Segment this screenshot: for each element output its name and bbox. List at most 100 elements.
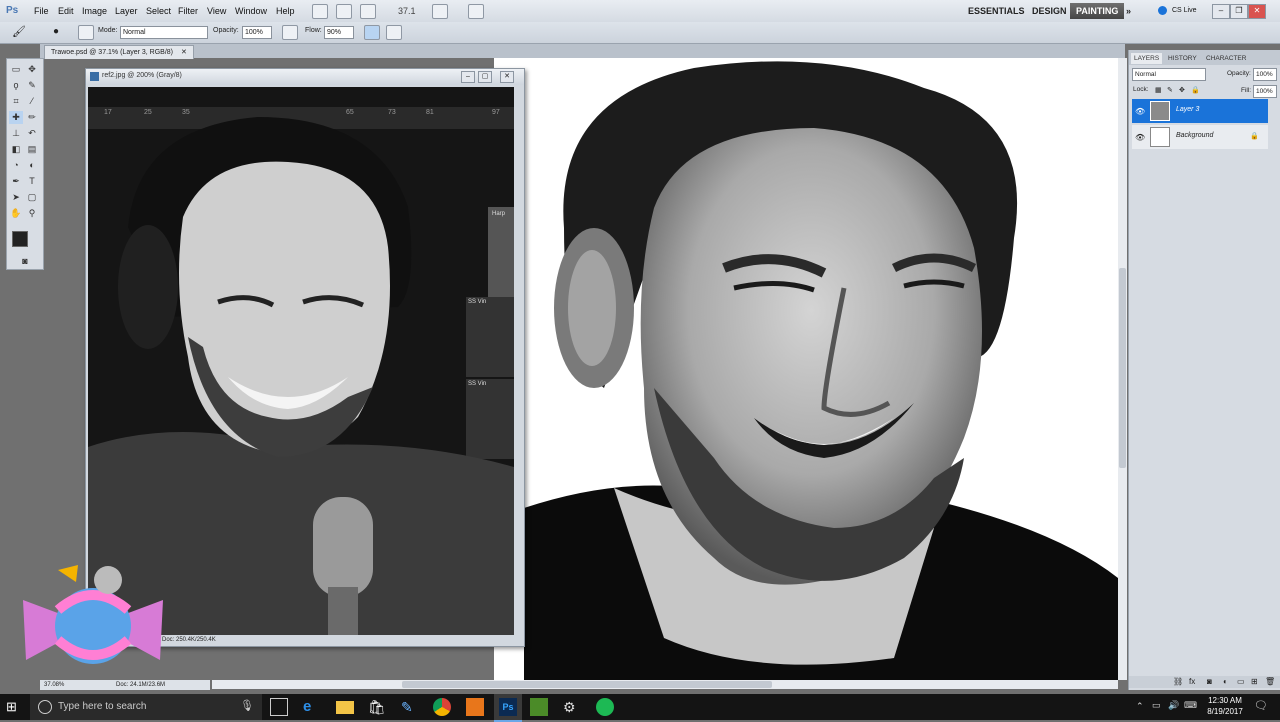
- task-view-icon[interactable]: [270, 698, 288, 716]
- clock-time[interactable]: 12:30 AM: [1205, 696, 1245, 705]
- workspace-design[interactable]: DESIGN: [1026, 3, 1073, 19]
- action-center-icon[interactable]: 🗨: [1254, 699, 1268, 712]
- lasso-tool-icon[interactable]: ϙ: [9, 79, 23, 92]
- workspace-essentials[interactable]: ESSENTIALS: [962, 3, 1031, 19]
- spotify-icon[interactable]: [596, 698, 614, 716]
- fill-field[interactable]: 100%: [1253, 85, 1277, 98]
- canvas-vertical-scrollbar[interactable]: [1118, 58, 1127, 680]
- eraser-tool-icon[interactable]: ◧: [9, 143, 23, 156]
- tab-close-icon[interactable]: ✕: [181, 49, 187, 56]
- illustrator-like-icon[interactable]: [466, 698, 484, 716]
- photoshop-taskbar-button[interactable]: Ps: [494, 694, 522, 722]
- tab-character[interactable]: CHARACTER: [1203, 53, 1249, 64]
- windows-start-icon[interactable]: ⊞: [6, 699, 22, 715]
- pressure-size-icon[interactable]: [386, 25, 402, 40]
- microphone-icon[interactable]: 🎙: [240, 699, 254, 712]
- restore-button[interactable]: ❐: [1230, 4, 1248, 19]
- new-layer-icon[interactable]: ⊞: [1251, 677, 1258, 686]
- layer-name[interactable]: Background: [1176, 132, 1213, 139]
- ref-minimize-button[interactable]: –: [461, 71, 475, 83]
- healing-brush-tool-icon[interactable]: ✚: [9, 111, 23, 124]
- menu-view[interactable]: View: [207, 4, 226, 18]
- tab-layers[interactable]: LAYERS: [1131, 53, 1163, 64]
- adjustment-layer-icon[interactable]: ◐: [1223, 677, 1228, 686]
- quick-select-tool-icon[interactable]: ✎: [25, 79, 39, 92]
- lock-position-icon[interactable]: ✥: [1179, 86, 1185, 94]
- menu-image[interactable]: Image: [82, 4, 107, 18]
- layer-name[interactable]: Layer 3: [1176, 106, 1199, 113]
- paint-app-icon[interactable]: ✎: [401, 698, 419, 716]
- type-tool-icon[interactable]: T: [25, 175, 39, 188]
- view-extras-icon[interactable]: [360, 4, 376, 19]
- pressure-opacity-icon[interactable]: [282, 25, 298, 40]
- network-icon[interactable]: ▭: [1152, 700, 1161, 711]
- visibility-eye-icon[interactable]: 👁: [1135, 133, 1145, 142]
- menu-layer[interactable]: Layer: [115, 4, 138, 18]
- lock-pixels-icon[interactable]: ✎: [1167, 86, 1173, 94]
- menu-window[interactable]: Window: [235, 4, 267, 18]
- path-select-tool-icon[interactable]: ➤: [9, 191, 23, 204]
- quick-mask-icon[interactable]: ◙: [18, 255, 32, 268]
- canvas-horizontal-scrollbar[interactable]: [212, 680, 1118, 689]
- menu-file[interactable]: File: [34, 4, 49, 18]
- menu-filter[interactable]: Filter: [178, 4, 198, 18]
- keyboard-icon[interactable]: ⌨: [1184, 700, 1197, 711]
- foreground-color-swatch[interactable]: [12, 231, 28, 247]
- ref-maximize-button[interactable]: ▢: [478, 71, 492, 83]
- workspace-painting[interactable]: PAINTING: [1070, 3, 1125, 19]
- zoom-tool-icon[interactable]: ⚲: [25, 207, 39, 220]
- layer-row-background[interactable]: 👁 Background 🔒: [1132, 125, 1268, 149]
- group-icon[interactable]: ▭: [1237, 677, 1245, 686]
- tray-chevron-icon[interactable]: ⌃: [1136, 701, 1144, 712]
- document-canvas[interactable]: [494, 58, 1118, 680]
- gradient-tool-icon[interactable]: ▤: [25, 143, 39, 156]
- flow-field[interactable]: 90%: [324, 26, 354, 39]
- blend-mode-select[interactable]: Normal: [1132, 68, 1206, 81]
- bridge-icon[interactable]: [312, 4, 328, 19]
- edge-icon[interactable]: e: [303, 698, 321, 716]
- eyedropper-tool-icon[interactable]: ⁄: [25, 95, 39, 108]
- pen-tool-icon[interactable]: ✒: [9, 175, 23, 188]
- ref-close-button[interactable]: ✕: [500, 71, 514, 83]
- visibility-eye-icon[interactable]: 👁: [1135, 107, 1145, 116]
- dodge-tool-icon[interactable]: ◐: [25, 159, 39, 172]
- opacity-field[interactable]: 100%: [242, 26, 272, 39]
- minimize-button[interactable]: –: [1212, 4, 1230, 19]
- cs-live-button[interactable]: CS Live: [1172, 4, 1197, 18]
- crop-tool-icon[interactable]: ⌗: [9, 95, 23, 108]
- menu-help[interactable]: Help: [276, 4, 295, 18]
- mode-select[interactable]: Normal: [120, 26, 208, 39]
- chrome-icon[interactable]: [433, 698, 451, 716]
- tab-trawoe[interactable]: Trawoe.psd @ 37.1% (Layer 3, RGB/8) ✕: [44, 45, 194, 59]
- file-explorer-icon[interactable]: [336, 701, 354, 714]
- app-green-icon[interactable]: [530, 698, 548, 716]
- screen-mode-icon[interactable]: [468, 4, 484, 19]
- link-layers-icon[interactable]: ⛓: [1173, 677, 1183, 686]
- layer-mask-icon[interactable]: ◙: [1207, 677, 1212, 686]
- store-icon[interactable]: 🛍: [368, 698, 386, 716]
- move-tool-icon[interactable]: ✥: [25, 63, 39, 76]
- brush-preset-icon[interactable]: ●: [48, 25, 64, 39]
- reference-window-titlebar[interactable]: ref2.jpg @ 200% (Gray/8) – ▢ ✕: [86, 69, 524, 85]
- clone-stamp-tool-icon[interactable]: ⊥: [9, 127, 23, 140]
- volume-icon[interactable]: 🔊: [1168, 700, 1179, 711]
- trash-icon[interactable]: 🗑: [1265, 677, 1275, 686]
- close-button[interactable]: ✕: [1248, 4, 1266, 19]
- horizontal-scroll-thumb[interactable]: [402, 681, 772, 688]
- workspace-more[interactable]: »: [1120, 3, 1137, 19]
- layer-row-layer-3[interactable]: 👁 Layer 3: [1132, 99, 1268, 123]
- brush-panel-icon[interactable]: [78, 25, 94, 40]
- vertical-scroll-thumb[interactable]: [1119, 268, 1126, 468]
- hand-tool-icon[interactable]: ✋: [9, 207, 23, 220]
- lock-transparency-icon[interactable]: ▦: [1155, 86, 1162, 94]
- blur-tool-icon[interactable]: ◔: [9, 159, 23, 172]
- arrange-documents-icon[interactable]: [432, 4, 448, 19]
- taskbar-search-box[interactable]: Type here to search 🎙: [30, 694, 262, 720]
- layer-opacity-field[interactable]: 100%: [1253, 68, 1277, 81]
- shape-tool-icon[interactable]: ▢: [25, 191, 39, 204]
- zoom-level[interactable]: 37.1: [398, 4, 416, 18]
- brush-tool-icon[interactable]: 🖌: [12, 25, 32, 39]
- settings-gear-icon[interactable]: ⚙: [563, 698, 581, 716]
- brush-tool-icon-box[interactable]: ✏: [25, 111, 39, 124]
- menu-edit[interactable]: Edit: [58, 4, 74, 18]
